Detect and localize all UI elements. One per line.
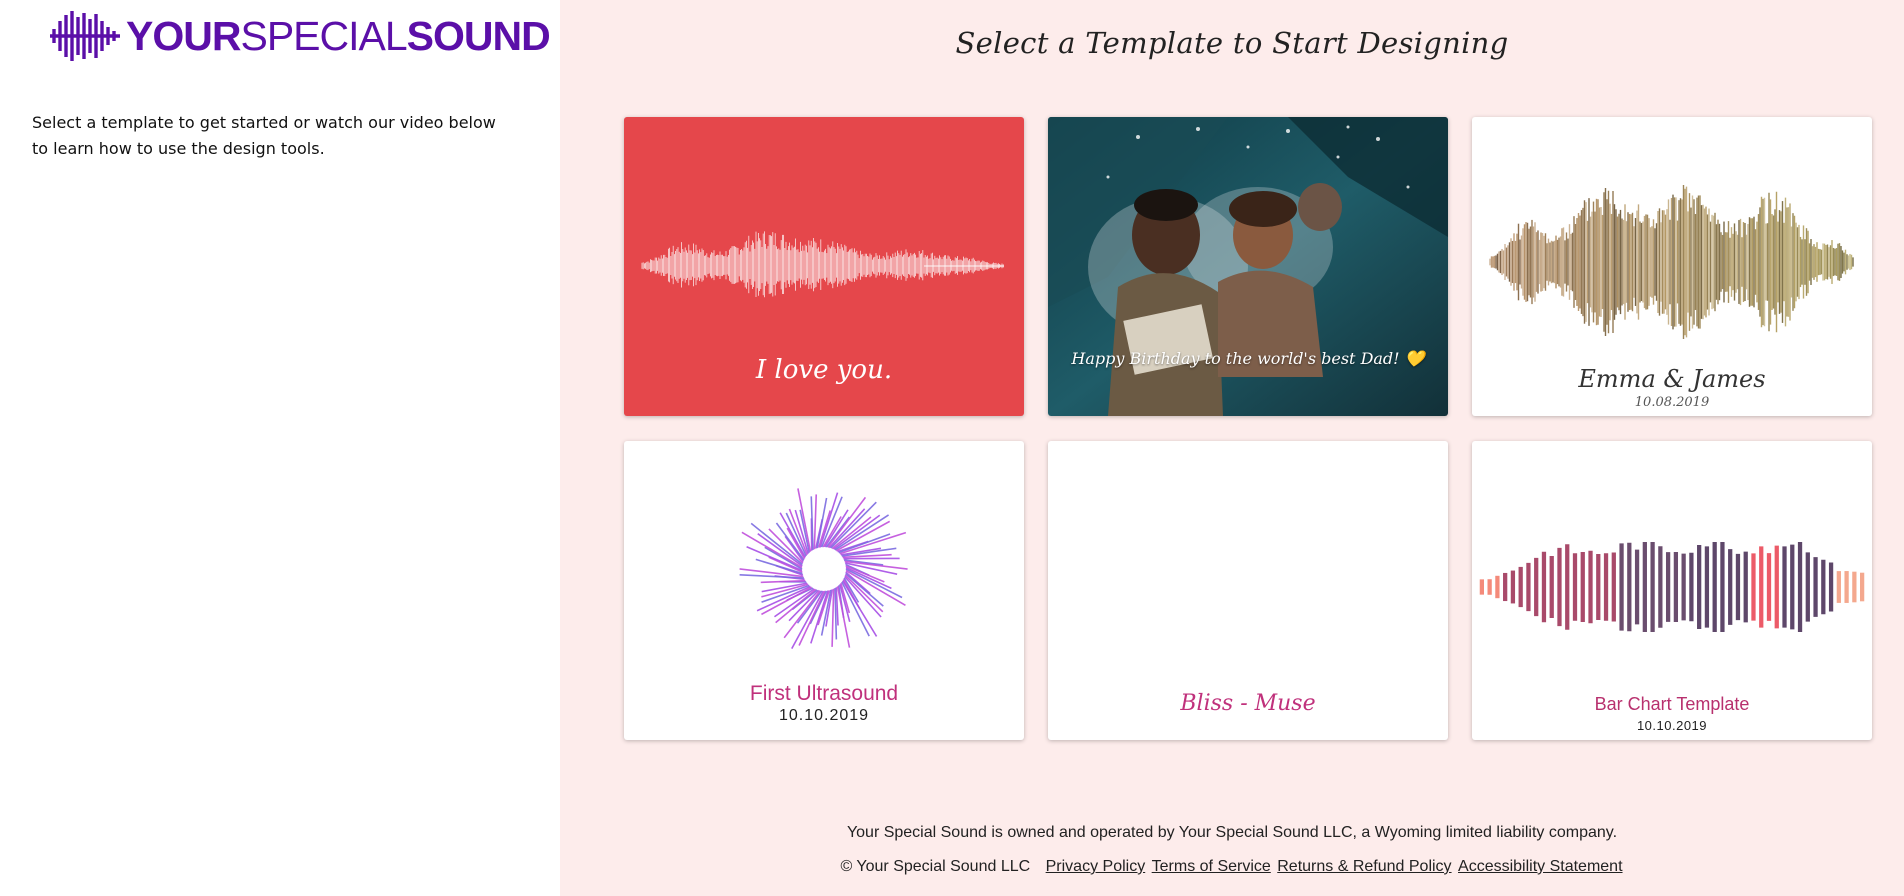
template-card-first-ultrasound[interactable]: First Ultrasound 10.10.2019	[624, 441, 1024, 740]
template-date: 10.10.2019	[778, 707, 870, 724]
template-gallery: Select a Template to Start Designing I l…	[560, 0, 1904, 896]
page: YOURSPECIALSOUND Select a template to ge…	[0, 0, 1904, 896]
footer-copyright: © Your Special Sound LLC	[840, 858, 1031, 875]
template-caption: Happy Birthday to the world's best Dad! …	[1071, 349, 1425, 368]
template-caption: Emma & James	[1578, 365, 1766, 393]
terms-of-service-link[interactable]: Terms of Service	[1152, 858, 1271, 875]
template-card-birthday-photo[interactable]: Happy Birthday to the world's best Dad! …	[1048, 117, 1448, 416]
brand-word-special: SPECIAL	[240, 12, 407, 59]
brand-word-your: YOUR	[126, 12, 241, 59]
brand-logo[interactable]: YOURSPECIALSOUND	[48, 10, 551, 62]
template-caption: Bar Chart Template	[1594, 694, 1750, 714]
wedding-waveform	[1489, 185, 1854, 339]
template-date: 10.10.2019	[1636, 718, 1708, 733]
page-title: Select a Template to Start Designing	[955, 26, 1509, 60]
template-card-bar-chart[interactable]: Bar Chart Template 10.10.2019	[1472, 441, 1872, 740]
template-date: 10.08.2019	[1634, 395, 1710, 410]
brand-word-sound: SOUND	[406, 12, 551, 59]
template-card-bliss-muse[interactable]: Bliss - Muse	[1048, 441, 1448, 740]
accessibility-statement-link[interactable]: Accessibility Statement	[1458, 858, 1623, 875]
footer-links: © Your Special Sound LLC Privacy Policy …	[560, 858, 1904, 876]
template-card-wedding[interactable]: Emma & James 10.08.2019	[1472, 117, 1872, 416]
soundwave-bars-icon	[50, 11, 120, 61]
template-caption: I love you.	[755, 355, 893, 385]
brand-wordmark: YOURSPECIALSOUND	[126, 12, 551, 59]
privacy-policy-link[interactable]: Privacy Policy	[1046, 858, 1146, 875]
template-caption: Bliss - Muse	[1180, 691, 1316, 716]
father-daughter-photo	[1048, 117, 1448, 416]
template-card-i-love-you[interactable]: I love you.	[624, 117, 1024, 416]
sidebar: YOURSPECIALSOUND Select a template to ge…	[0, 0, 560, 896]
returns-refund-policy-link[interactable]: Returns & Refund Policy	[1277, 858, 1451, 875]
template-caption: First Ultrasound	[749, 682, 899, 705]
sidebar-intro-text: Select a template to get started or watc…	[32, 113, 496, 158]
footer-ownership-text: Your Special Sound is owned and operated…	[846, 824, 1618, 841]
